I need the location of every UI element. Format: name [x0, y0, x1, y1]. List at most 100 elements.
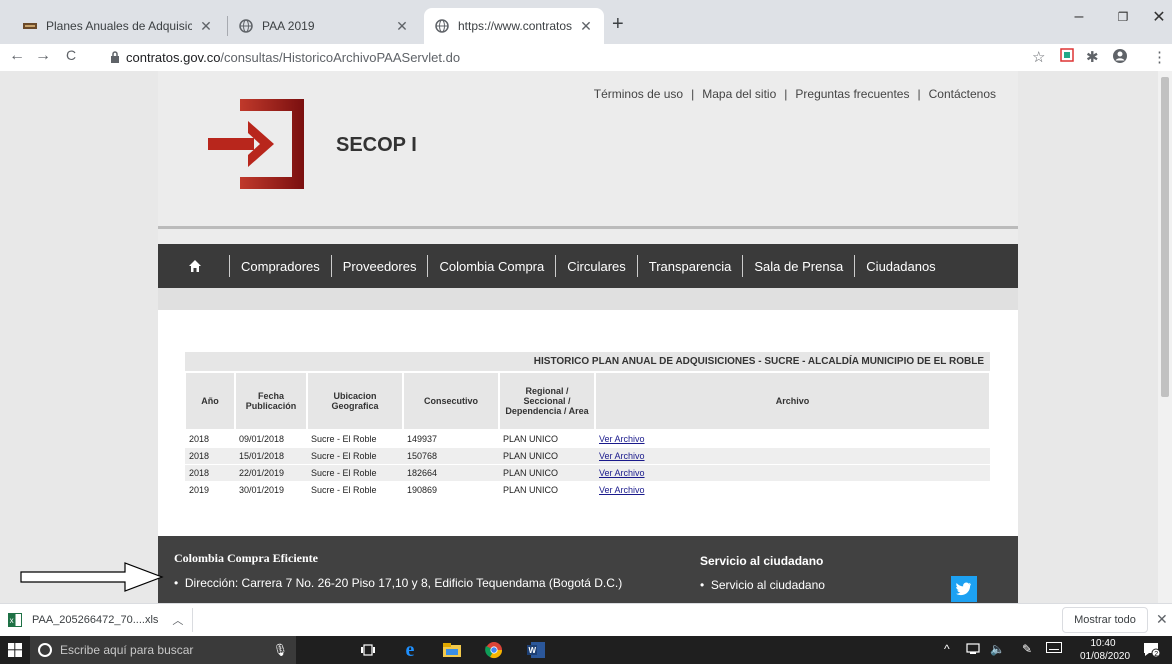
- edge-icon[interactable]: e: [398, 638, 422, 662]
- tab-planes-anuales[interactable]: Planes Anuales de Adquisiciones ✕: [12, 8, 224, 44]
- url-path: /consultas/HistoricoArchivoPAAServlet.do: [220, 49, 461, 65]
- top-links: Términos de uso | Mapa del sitio | Pregu…: [594, 87, 996, 101]
- ver-archivo-link[interactable]: Ver Archivo: [599, 485, 645, 495]
- link-terminos[interactable]: Términos de uso: [594, 87, 683, 101]
- nav-divider: [854, 255, 856, 277]
- cell-consecutive: 149937: [403, 429, 499, 448]
- link-divider: |: [917, 87, 921, 101]
- file-explorer-icon[interactable]: [440, 638, 464, 662]
- globe-icon: [238, 18, 254, 34]
- nav-circulares[interactable]: Circulares: [567, 259, 626, 274]
- notification-center-icon[interactable]: 2: [1142, 640, 1161, 658]
- link-contactenos[interactable]: Contáctenos: [929, 87, 996, 101]
- tray-chevron-up-icon[interactable]: ^: [944, 642, 950, 656]
- link-divider: |: [784, 87, 788, 101]
- cell-consecutive: 182664: [403, 464, 499, 482]
- windows-start-icon[interactable]: [0, 636, 30, 664]
- nav-ciudadanos[interactable]: Ciudadanos: [866, 259, 935, 274]
- ver-archivo-link[interactable]: Ver Archivo: [599, 434, 645, 444]
- forward-icon[interactable]: →: [32, 47, 54, 65]
- web-viewport: Términos de uso | Mapa del sitio | Pregu…: [0, 71, 1172, 603]
- cell-year: 2018: [185, 447, 235, 465]
- cell-location: Sucre - El Roble: [307, 481, 403, 498]
- tab-title: https://www.contratos.gov.co/co: [458, 19, 572, 33]
- new-tab-icon[interactable]: +: [612, 14, 624, 34]
- table-row: 2018 22/01/2019 Sucre - El Roble 182664 …: [185, 464, 990, 482]
- close-shelf-icon[interactable]: ✕: [1156, 611, 1168, 628]
- menu-kebab-icon[interactable]: ⋮: [1152, 48, 1167, 66]
- table-caption-row: HISTORICO PLAN ANUAL DE ADQUISICIONES - …: [185, 352, 990, 372]
- nav-transparencia[interactable]: Transparencia: [649, 259, 732, 274]
- profile-icon[interactable]: [1112, 48, 1128, 68]
- link-preguntas[interactable]: Preguntas frecuentes: [795, 87, 909, 101]
- cell-consecutive: 190869: [403, 481, 499, 498]
- tab-paa-2019[interactable]: PAA 2019 ✕: [228, 8, 420, 44]
- extension-icon[interactable]: [1060, 48, 1074, 66]
- table-header-row: Año Fecha Publicación Ubicacion Geografi…: [184, 371, 991, 431]
- notification-count: 2: [1154, 651, 1158, 658]
- browser-tab-strip: Planes Anuales de Adquisiciones ✕ PAA 20…: [0, 0, 1172, 44]
- secop-logo-icon[interactable]: [208, 99, 328, 189]
- back-icon[interactable]: ←: [6, 47, 28, 65]
- keyboard-icon[interactable]: [1046, 642, 1062, 656]
- scrollbar-thumb[interactable]: [1161, 77, 1169, 397]
- link-mapa[interactable]: Mapa del sitio: [702, 87, 776, 101]
- close-tab-icon[interactable]: ✕: [198, 18, 214, 35]
- cell-file: Ver Archivo: [595, 447, 990, 465]
- microphone-icon[interactable]: 🎙: [273, 643, 288, 657]
- excel-file-icon: x: [8, 613, 22, 627]
- task-view-icon[interactable]: [356, 638, 380, 662]
- cell-location: Sucre - El Roble: [307, 464, 403, 482]
- site-footer: Colombia Compra Eficiente • Dirección: C…: [158, 536, 1018, 603]
- table-row: 2019 30/01/2019 Sucre - El Roble 190869 …: [185, 481, 990, 498]
- chevron-up-icon[interactable]: ︿: [172, 612, 183, 628]
- ver-archivo-link[interactable]: Ver Archivo: [599, 468, 645, 478]
- col-header-ano: Año: [184, 371, 236, 431]
- close-tab-icon[interactable]: ✕: [394, 18, 410, 35]
- cell-date: 30/01/2019: [235, 481, 307, 498]
- header-divider: [158, 226, 1018, 229]
- nav-divider: [555, 255, 557, 277]
- twitter-icon[interactable]: [951, 576, 977, 602]
- pen-ink-icon[interactable]: ✎: [1022, 642, 1032, 656]
- network-icon[interactable]: [966, 642, 980, 657]
- cell-area: PLAN UNICO: [499, 481, 595, 498]
- nav-compradores[interactable]: Compradores: [241, 259, 320, 274]
- svg-text:x: x: [10, 616, 14, 625]
- home-icon[interactable]: [188, 258, 204, 274]
- taskbar-search-box[interactable]: Escribe aquí para buscar 🎙: [30, 636, 296, 664]
- sub-nav-bar: [158, 288, 1018, 310]
- col-header-archivo: Archivo: [594, 371, 991, 431]
- nav-colombia-compra[interactable]: Colombia Compra: [439, 259, 544, 274]
- word-icon[interactable]: W: [524, 638, 548, 662]
- chrome-icon[interactable]: [482, 638, 506, 662]
- cell-file: Ver Archivo: [595, 464, 990, 482]
- vertical-scrollbar[interactable]: [1158, 71, 1172, 603]
- secop-favicon-icon: [22, 18, 38, 34]
- table-row: 2018 09/01/2018 Sucre - El Roble 149937 …: [185, 429, 990, 448]
- cell-area: PLAN UNICO: [499, 447, 595, 465]
- footer-service-link[interactable]: • Servicio al ciudadano: [700, 578, 825, 592]
- nav-proveedores[interactable]: Proveedores: [343, 259, 417, 274]
- bookmark-star-icon[interactable]: ☆: [1032, 48, 1045, 66]
- cell-location: Sucre - El Roble: [307, 447, 403, 465]
- ver-archivo-link[interactable]: Ver Archivo: [599, 451, 645, 461]
- puzzle-extensions-icon[interactable]: ✱: [1086, 48, 1099, 66]
- tab-contratos-active[interactable]: https://www.contratos.gov.co/co ✕: [424, 8, 604, 44]
- close-window-icon[interactable]: ✕: [1136, 0, 1172, 34]
- volume-icon[interactable]: 🔈: [990, 642, 1005, 656]
- minimize-icon[interactable]: –: [1056, 0, 1102, 34]
- close-tab-icon[interactable]: ✕: [578, 18, 594, 35]
- nav-sala-de-prensa[interactable]: Sala de Prensa: [754, 259, 843, 274]
- secop-page: Términos de uso | Mapa del sitio | Pregu…: [158, 71, 1018, 603]
- system-clock[interactable]: 10:40 01/08/2020: [1080, 637, 1130, 663]
- address-bar[interactable]: contratos.gov.co/consultas/HistoricoArch…: [110, 47, 460, 67]
- download-item[interactable]: x PAA_205266472_70....xls ︿: [8, 604, 183, 636]
- reload-icon[interactable]: C: [60, 47, 82, 63]
- show-all-downloads-button[interactable]: Mostrar todo: [1062, 607, 1148, 633]
- cell-location: Sucre - El Roble: [307, 429, 403, 448]
- cell-date: 09/01/2018: [235, 429, 307, 448]
- tab-title: PAA 2019: [262, 19, 315, 33]
- cell-date: 15/01/2018: [235, 447, 307, 465]
- table-row: 2018 15/01/2018 Sucre - El Roble 150768 …: [185, 447, 990, 465]
